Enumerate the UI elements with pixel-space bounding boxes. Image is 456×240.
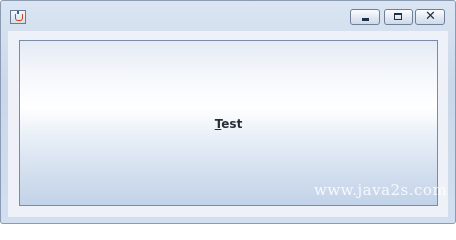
- test-button-label: Test: [20, 117, 437, 131]
- java-cup-icon[interactable]: [10, 10, 26, 24]
- maximize-icon: [394, 13, 402, 20]
- watermark-text: www.java2s.com: [314, 181, 448, 199]
- title-bar[interactable]: ✕: [1, 1, 455, 31]
- maximize-button[interactable]: [384, 9, 413, 25]
- close-icon: ✕: [425, 9, 436, 24]
- minimize-icon: [362, 18, 369, 21]
- label-rest: est: [221, 117, 243, 131]
- app-window: ✕ Test www.java2s.com: [0, 0, 456, 224]
- close-button[interactable]: ✕: [415, 9, 445, 25]
- minimize-button[interactable]: [350, 9, 380, 25]
